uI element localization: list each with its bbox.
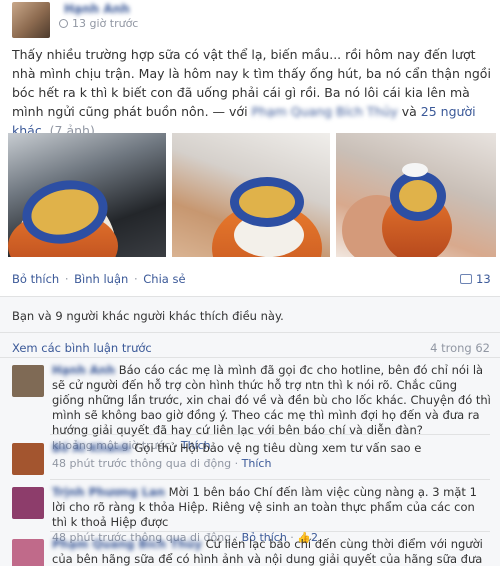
photo-bottle-cap-2[interactable]	[172, 133, 330, 257]
view-previous-comments-link[interactable]: Xem các bình luận trước	[12, 341, 152, 355]
comment-body: Trịnh Phương Lan Mời 1 bên báo Chí đến l…	[52, 485, 492, 545]
comment-body: Phạm Quang Bích Thủy Cứ liên lạc báo chí…	[52, 537, 492, 566]
comment-button[interactable]: Bình luận	[74, 272, 128, 286]
commenter-avatar[interactable]	[12, 443, 44, 475]
author-avatar[interactable]	[12, 2, 50, 38]
commenter-avatar[interactable]	[12, 487, 44, 519]
comment-meta: 48 phút trước thông qua di động · Thích	[52, 457, 272, 470]
comment-body: Bố Ái Khanh Gọi thử Hội bảo vệ ng tiêu d…	[52, 441, 492, 471]
tagged-person-link[interactable]: Phạm Quang Bích Thủy	[252, 104, 398, 119]
share-count-value: 13	[476, 272, 491, 286]
action-separator: ·	[130, 272, 142, 286]
comment-item: Hạnh Anh Báo cáo các mẹ là mình đã gọi đ…	[12, 363, 492, 452]
commenter-name[interactable]: Hạnh Anh	[52, 363, 115, 377]
share-button[interactable]: Chia sẻ	[143, 272, 185, 286]
post-text: Thấy nhiều trường hợp sữa có vật thể lạ,…	[12, 45, 492, 140]
commenter-name[interactable]: Trịnh Phương Lan	[52, 485, 165, 499]
divider	[50, 434, 490, 435]
comment-body: Hạnh Anh Báo cáo các mẹ là mình đã gọi đ…	[52, 363, 492, 453]
commenter-avatar[interactable]	[12, 365, 44, 397]
comment-item: Bố Ái Khanh Gọi thử Hội bảo vệ ng tiêu d…	[12, 441, 492, 479]
likes-summary: Bạn và 9 người khác người khác thích điề…	[12, 309, 284, 323]
commenter-name[interactable]: Phạm Quang Bích Thủy	[52, 537, 202, 551]
comment-like-button[interactable]: Thích	[242, 457, 272, 470]
tag-conjunction: và	[401, 104, 417, 119]
divider	[50, 479, 490, 480]
photo-bottle-cap-1[interactable]	[8, 133, 166, 257]
share-icon	[460, 274, 472, 284]
action-separator: ·	[61, 272, 73, 286]
divider	[0, 332, 500, 333]
comment-count: 4 trong 62	[430, 341, 490, 355]
post-header: Hạnh Anh 13 giờ trước	[10, 0, 490, 38]
post-timestamp[interactable]: 13 giờ trước	[72, 17, 138, 30]
divider	[0, 357, 500, 358]
feedback-section: Bạn và 9 người khác người khác thích điề…	[0, 296, 500, 566]
comment-item: Phạm Quang Bích Thủy Cứ liên lạc báo chí…	[12, 537, 492, 566]
comment-text: Gọi thử Hội bảo vệ ng tiêu dùng xem tư v…	[134, 441, 422, 455]
likes-summary-text: Bạn và 9 người khác người khác thích điề…	[12, 309, 284, 323]
post-actions: Bỏ thích · Bình luận · Chia sẻ	[12, 272, 188, 286]
commenter-name[interactable]: Bố Ái Khanh	[52, 441, 131, 455]
clock-icon	[59, 19, 68, 28]
share-count[interactable]: 13	[460, 272, 491, 286]
divider	[50, 531, 490, 532]
comment-time[interactable]: 48 phút trước thông qua di động	[52, 457, 231, 470]
photo-bottle-cap-3[interactable]	[336, 133, 496, 257]
commenter-avatar[interactable]	[12, 539, 44, 566]
photo-grid	[8, 133, 496, 257]
comment-text: Báo cáo các mẹ là mình đã gọi đc cho hot…	[52, 363, 491, 437]
comment-item: Trịnh Phương Lan Mời 1 bên báo Chí đến l…	[12, 485, 492, 544]
author-name[interactable]: Hạnh Anh	[64, 2, 130, 16]
unlike-button[interactable]: Bỏ thích	[12, 272, 59, 286]
